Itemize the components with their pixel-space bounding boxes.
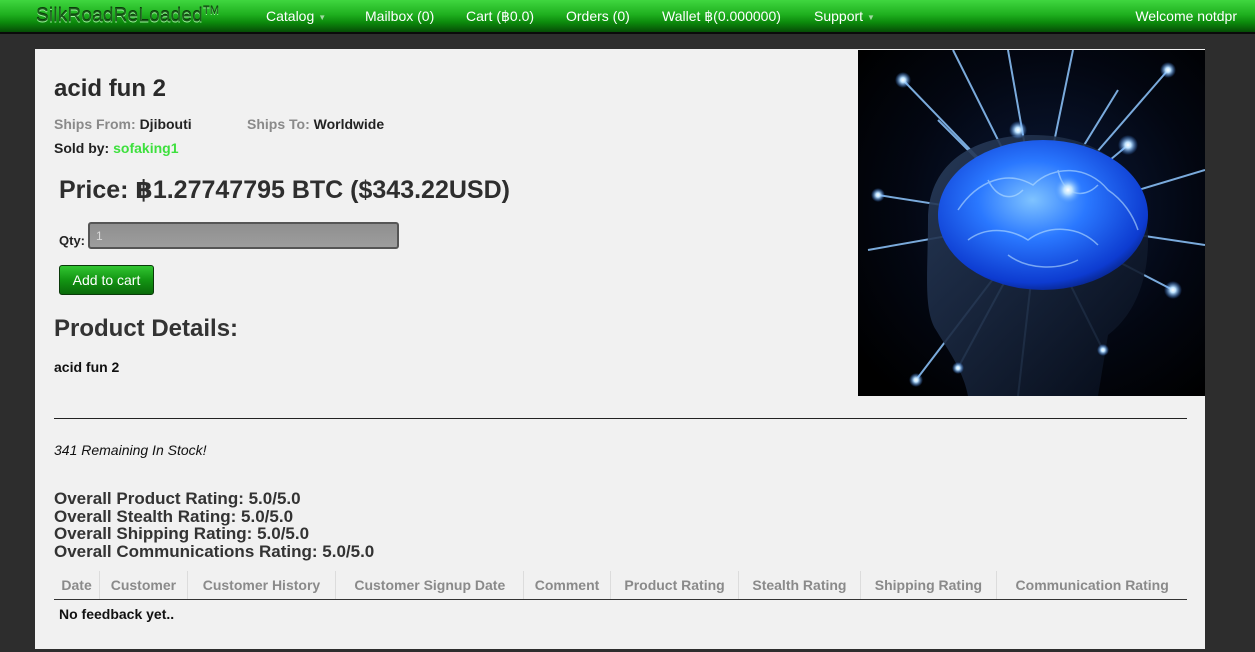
- shipping-rating: Overall Shipping Rating: 5.0/5.0: [54, 524, 310, 543]
- col-customer: Customer: [99, 571, 188, 600]
- nav-catalog-label: Catalog: [266, 8, 315, 24]
- add-to-cart-button[interactable]: Add to cart: [59, 265, 154, 295]
- nav-catalog[interactable]: Catalog ▼: [266, 8, 326, 24]
- no-feedback-message: No feedback yet..: [59, 606, 175, 622]
- col-stealth-rating: Stealth Rating: [738, 571, 861, 600]
- overall-ratings: Overall Product Rating: 5.0/5.0 Overall …: [54, 490, 374, 560]
- table-row: No feedback yet..: [54, 600, 1187, 629]
- sold-by: Sold by: sofaking1: [54, 140, 178, 156]
- col-product-rating: Product Rating: [610, 571, 740, 600]
- product-image: [858, 50, 1205, 396]
- chevron-down-icon: ▼: [318, 12, 327, 22]
- nav-support[interactable]: Support ▼: [814, 8, 875, 24]
- col-date: Date: [54, 571, 101, 600]
- site-logo[interactable]: SilkRoadReLoadedTM: [36, 5, 219, 27]
- welcome-user[interactable]: Welcome notdpr: [1135, 8, 1237, 24]
- ships-to-value: Worldwide: [313, 116, 385, 132]
- ships-from-label: Ships From:: [54, 116, 136, 132]
- stealth-rating: Overall Stealth Rating: 5.0/5.0: [54, 506, 294, 526]
- nav-orders[interactable]: Orders (0): [566, 8, 630, 24]
- product-title: acid fun 2: [54, 75, 167, 102]
- nav-wallet[interactable]: Wallet ฿(0.000000): [662, 8, 781, 25]
- ships-from-value: Djibouti: [139, 116, 192, 132]
- brain-image: [858, 50, 1205, 396]
- feedback-header-row: Date Customer Customer History Customer …: [54, 571, 1187, 600]
- product-rating: Overall Product Rating: 5.0/5.0: [54, 489, 301, 508]
- col-customer-history: Customer History: [187, 571, 337, 600]
- sold-by-label: Sold by:: [54, 140, 110, 156]
- feedback-table: Date Customer Customer History Customer …: [54, 571, 1187, 628]
- section-divider: [54, 418, 1187, 419]
- chevron-down-icon: ▼: [867, 12, 875, 22]
- ships-to-label: Ships To:: [247, 116, 310, 132]
- ships-to: Ships To: Worldwide: [247, 116, 384, 132]
- communications-rating: Overall Communications Rating: 5.0/5.0: [54, 541, 375, 561]
- product-details-text: acid fun 2: [54, 359, 120, 375]
- col-communication-rating: Communication Rating: [996, 571, 1187, 600]
- product-details-heading: Product Details:: [54, 315, 239, 342]
- col-customer-signup-date: Customer Signup Date: [335, 571, 525, 600]
- vendor-link[interactable]: sofaking1: [113, 140, 178, 156]
- stock-remaining: 341 Remaining In Stock!: [54, 442, 207, 458]
- ships-from: Ships From: Djibouti: [54, 116, 192, 132]
- nav-mailbox[interactable]: Mailbox (0): [365, 8, 434, 24]
- listing-panel: acid fun 2 Ships From: Djibouti Ships To…: [35, 49, 1205, 649]
- qty-label: Qty:: [59, 233, 85, 248]
- col-comment: Comment: [523, 571, 611, 600]
- top-nav-bar: SilkRoadReLoadedTM Catalog ▼ Mailbox (0) …: [0, 0, 1255, 34]
- qty-input[interactable]: [88, 222, 399, 249]
- nav-cart[interactable]: Cart (฿0.0): [466, 8, 534, 25]
- product-price: Price: ฿1.27747795 BTC ($343.22USD): [59, 176, 510, 204]
- col-shipping-rating: Shipping Rating: [860, 571, 998, 600]
- nav-support-label: Support: [814, 8, 864, 24]
